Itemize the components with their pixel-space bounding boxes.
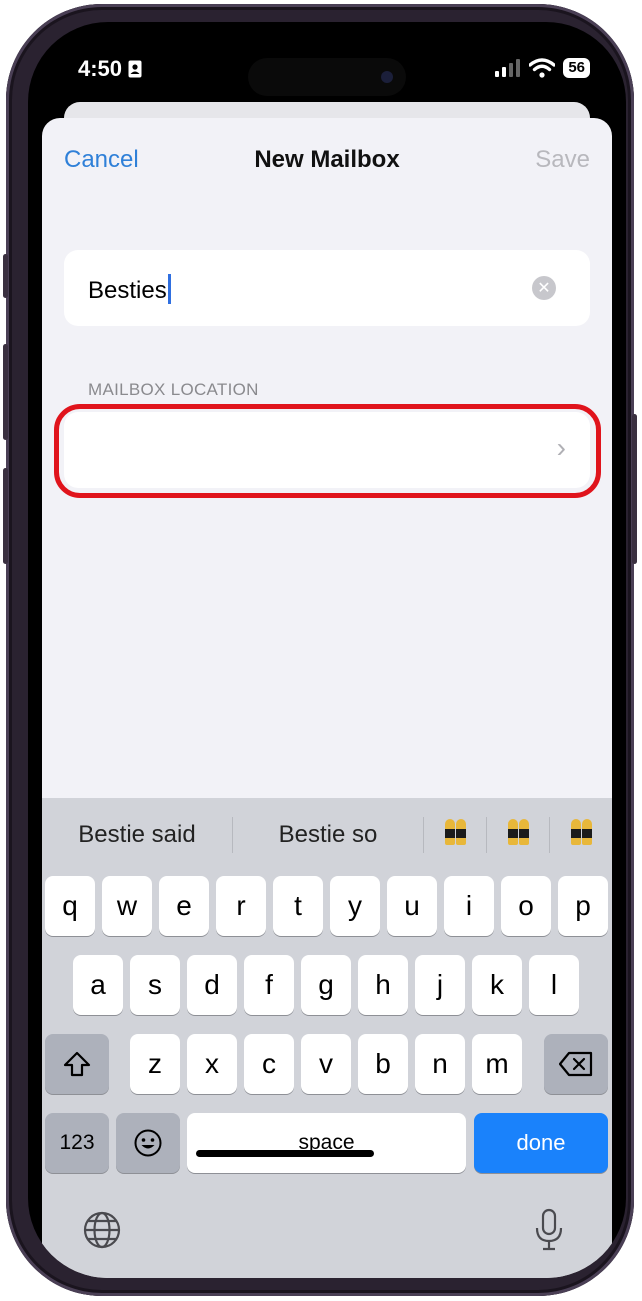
key-b[interactable]: b [358,1034,408,1094]
suggestion-2[interactable]: Bestie so [233,821,423,849]
key-v[interactable]: v [301,1034,351,1094]
key-g[interactable]: g [301,955,351,1015]
key-c[interactable]: c [244,1034,294,1094]
key-w[interactable]: w [102,876,152,936]
microphone-icon-svg [535,1208,563,1251]
key-r[interactable]: r [216,876,266,936]
text-caret [167,274,171,304]
contact-card-icon [128,60,142,78]
space-key[interactable]: space [187,1113,466,1173]
key-a[interactable]: a [73,955,123,1015]
camera-icon [381,71,393,83]
backspace-key[interactable] [544,1034,608,1094]
home-indicator[interactable] [196,1150,374,1157]
dancers-emoji-icon[interactable] [424,818,486,852]
key-q[interactable]: q [45,876,95,936]
clear-text-icon[interactable]: ✕ [532,276,556,300]
wifi-icon [529,58,556,78]
shift-icon [63,1051,91,1077]
backspace-icon [559,1051,593,1077]
volume-down-button [3,468,8,564]
screen: 4:50 56 Cancel New Mailbox Save Besties … [28,22,626,1278]
suggestion-bar: Bestie said Bestie so [42,798,612,872]
volume-up-button [3,344,8,440]
mailbox-name-input[interactable]: Besties [88,274,171,305]
keyboard: Bestie said Bestie so q w e r t y u i o … [42,798,612,1278]
key-h[interactable]: h [358,955,408,1015]
action-button [3,254,8,298]
battery-icon: 56 [563,58,590,78]
key-t[interactable]: t [273,876,323,936]
power-button [632,414,637,564]
key-p[interactable]: p [558,876,608,936]
navigation-bar: Cancel New Mailbox Save [42,138,612,182]
smiley-icon [134,1129,162,1157]
dancers-emoji-icon[interactable] [550,818,612,852]
key-d[interactable]: d [187,955,237,1015]
mailbox-location-header: MAILBOX LOCATION [88,380,259,399]
emoji-key[interactable] [116,1113,180,1173]
key-y[interactable]: y [330,876,380,936]
key-m[interactable]: m [472,1034,522,1094]
cellular-signal-icon [495,59,521,77]
save-button[interactable]: Save [535,146,590,174]
key-x[interactable]: x [187,1034,237,1094]
key-n[interactable]: n [415,1034,465,1094]
numbers-key[interactable]: 123 [45,1113,109,1173]
suggestion-1[interactable]: Bestie said [42,821,232,849]
shift-key[interactable] [45,1034,109,1094]
microphone-icon[interactable] [534,1208,564,1261]
key-j[interactable]: j [415,955,465,1015]
mailbox-name-field[interactable]: Besties ✕ [64,250,590,326]
new-mailbox-sheet: Cancel New Mailbox Save Besties ✕ MAILBO… [42,118,612,1278]
done-key[interactable]: done [474,1113,608,1173]
key-z[interactable]: z [130,1034,180,1094]
status-icons: 56 [495,58,590,78]
key-s[interactable]: s [130,955,180,1015]
globe-icon-svg [83,1211,121,1249]
key-o[interactable]: o [501,876,551,936]
key-u[interactable]: u [387,876,437,936]
key-k[interactable]: k [472,955,522,1015]
clock: 4:50 [78,56,123,81]
key-f[interactable]: f [244,955,294,1015]
highlight-annotation [54,404,601,498]
key-i[interactable]: i [444,876,494,936]
page-title: New Mailbox [254,146,400,173]
globe-icon[interactable] [82,1210,122,1259]
dancers-emoji-icon[interactable] [487,818,549,852]
status-time: 4:50 [78,56,142,82]
key-l[interactable]: l [529,955,579,1015]
key-e[interactable]: e [159,876,209,936]
phone-frame: 4:50 56 Cancel New Mailbox Save Besties … [3,4,637,1296]
